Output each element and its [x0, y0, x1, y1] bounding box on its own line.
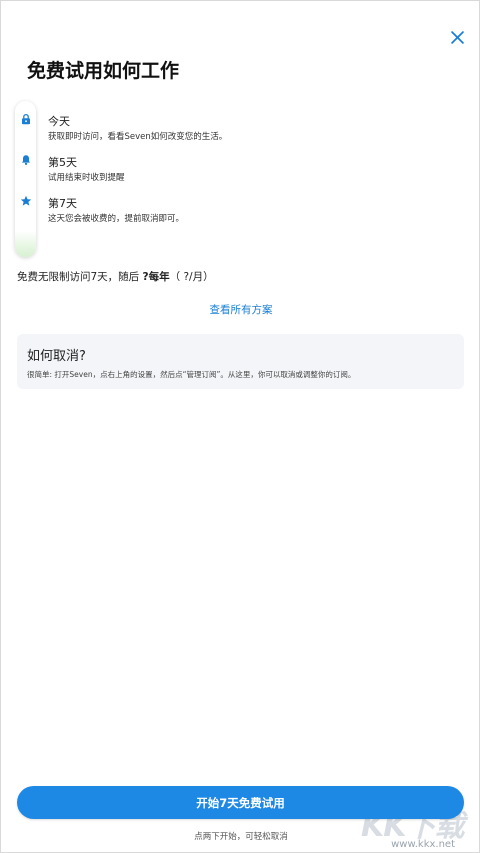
page-title: 免费试用如何工作	[27, 60, 180, 82]
step-today-title: 今天	[48, 115, 70, 128]
lock-icon	[19, 112, 33, 126]
pricing-suffix: （ ?/月）	[169, 271, 214, 283]
step-day5-desc: 试用结束时收到提醒	[48, 173, 125, 183]
pricing-prefix: 免费无限制访问7天，随后	[17, 271, 143, 283]
pricing-yearly: ?每年	[142, 271, 170, 283]
start-trial-button[interactable]: 开始7天免费试用	[17, 786, 464, 819]
step-day7-desc: 这天您会被收费的，提前取消即可。	[48, 214, 185, 224]
view-all-plans-link[interactable]: 查看所有方案	[1, 302, 480, 317]
pricing-text: 免费无限制访问7天，随后 ?每年（ ?/月）	[17, 269, 214, 284]
close-button[interactable]	[447, 28, 467, 48]
close-icon	[450, 29, 464, 48]
cancel-info-body: 很简单: 打开Seven，点右上角的设置，然后点“管理订阅”。从这里，你可以取消…	[27, 370, 356, 379]
cta-subtext: 点两下开始，可轻松取消	[194, 832, 288, 842]
cancel-info-card: 如何取消? 很简单: 打开Seven，点右上角的设置，然后点“管理订阅”。从这里…	[17, 334, 464, 389]
step-day7-title: 第7天	[48, 197, 77, 210]
timeline-rail-fade	[15, 231, 36, 257]
cancel-info-title: 如何取消?	[27, 349, 86, 364]
step-day5-title: 第5天	[48, 156, 77, 169]
bell-icon	[19, 153, 33, 167]
star-icon	[19, 194, 33, 208]
step-today-desc: 获取即时访问，看看Seven如何改变您的生活。	[48, 132, 228, 142]
trial-screen: 免费试用如何工作 今天 获取即时访问，看看Seven如何改变您的生活。 第5天 …	[0, 0, 480, 853]
